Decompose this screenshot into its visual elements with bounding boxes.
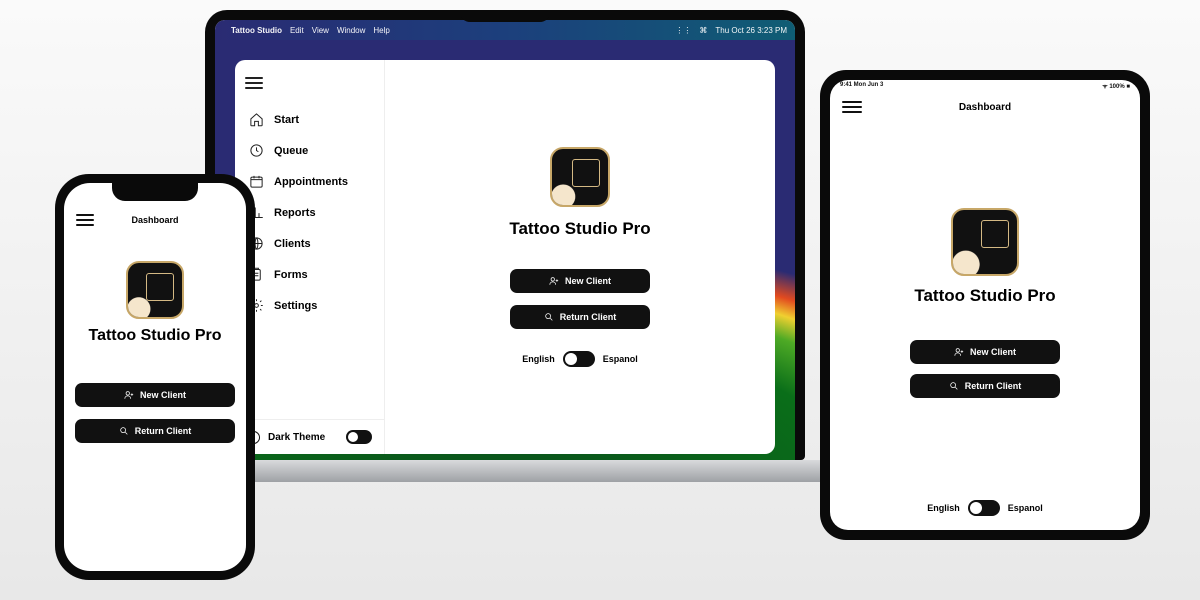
tablet-header: Dashboard [830,94,1140,120]
phone-main: Tattoo Studio Pro New Client Return Clie… [75,261,235,443]
menubar-app[interactable]: Tattoo Studio [231,26,282,35]
search-icon [949,381,959,391]
tablet-status-battery: ᯤ 100% ■ [1102,82,1130,92]
app-logo-icon [550,147,610,207]
language-toggle[interactable] [968,500,1000,516]
tablet-status-time: 9:41 Mon Jun 3 [840,82,883,92]
menubar-item-window[interactable]: Window [337,26,365,35]
search-icon [544,312,554,322]
laptop-device: Tattoo Studio Edit View Window Help ⋮⋮ ⌘… [205,10,805,498]
sidebar-item-appointments[interactable]: Appointments [235,166,384,197]
search-icon [119,426,129,436]
theme-label: Dark Theme [268,432,325,443]
new-client-button[interactable]: New Client [510,269,650,293]
laptop-screen: Tattoo Studio Edit View Window Help ⋮⋮ ⌘… [205,10,805,460]
tablet-device: 9:41 Mon Jun 3 ᯤ 100% ■ Dashboard Tattoo… [820,70,1150,540]
control-center-icon[interactable]: ⌘ [699,26,707,35]
page-title: Dashboard [76,215,234,225]
clock-icon [249,143,264,158]
app-title: Tattoo Studio Pro [914,286,1055,306]
page-title: Dashboard [842,102,1128,113]
mac-menubar-left: Tattoo Studio Edit View Window Help [223,26,390,35]
new-client-label: New Client [565,276,611,286]
language-right: Espanol [1008,503,1043,513]
hamburger-icon[interactable] [245,74,263,92]
home-icon [249,112,264,127]
calendar-icon [249,174,264,189]
new-client-button[interactable]: New Client [75,383,235,407]
mac-wallpaper: Start Queue Appointments [215,40,795,460]
new-client-button[interactable]: New Client [910,340,1060,364]
sidebar-item-forms[interactable]: Forms [235,259,384,290]
language-left: English [927,503,960,513]
tablet-main: Tattoo Studio Pro New Client Return Clie… [830,120,1140,486]
sidebar-item-queue[interactable]: Queue [235,135,384,166]
mac-menubar: Tattoo Studio Edit View Window Help ⋮⋮ ⌘… [215,20,795,40]
theme-toggle[interactable] [346,430,372,444]
user-plus-icon [124,390,134,400]
phone-header: Dashboard [64,207,246,233]
phone-device: Dashboard Tattoo Studio Pro New Client R… [55,174,255,580]
sidebar-item-label: Queue [274,145,308,157]
sidebar-item-label: Start [274,114,299,126]
return-client-button[interactable]: Return Client [510,305,650,329]
app-title: Tattoo Studio Pro [88,327,221,345]
return-client-label: Return Client [135,426,192,436]
sidebar-item-label: Forms [274,269,308,281]
app-logo-icon [126,261,184,319]
app-window: Start Queue Appointments [235,60,775,454]
new-client-label: New Client [140,390,186,400]
sidebar-item-reports[interactable]: Reports [235,197,384,228]
wifi-icon[interactable]: ⋮⋮ [675,26,691,35]
main-content: Tattoo Studio Pro New Client Return Clie… [385,60,775,454]
app-title: Tattoo Studio Pro [509,219,650,239]
tablet-status-bar: 9:41 Mon Jun 3 ᯤ 100% ■ [830,80,1140,94]
return-client-button[interactable]: Return Client [75,419,235,443]
sidebar-nav: Start Queue Appointments [235,100,384,419]
laptop-notch [460,10,550,22]
sidebar-item-label: Appointments [274,176,348,188]
menubar-item-help[interactable]: Help [373,26,389,35]
tablet-screen: 9:41 Mon Jun 3 ᯤ 100% ■ Dashboard Tattoo… [830,80,1140,530]
user-plus-icon [954,347,964,357]
theme-toggle-row: Dark Theme [235,419,384,454]
new-client-label: New Client [970,347,1016,357]
return-client-label: Return Client [560,312,617,322]
language-left: English [522,354,555,364]
sidebar: Start Queue Appointments [235,60,385,454]
return-client-button[interactable]: Return Client [910,374,1060,398]
sidebar-item-label: Reports [274,207,316,219]
sidebar-item-start[interactable]: Start [235,104,384,135]
language-switcher: English Espanol [522,351,638,367]
language-right: Espanol [603,354,638,364]
user-plus-icon [549,276,559,286]
language-toggle[interactable] [563,351,595,367]
return-client-label: Return Client [965,381,1022,391]
language-switcher: English Espanol [927,500,1043,516]
app-logo-icon [951,208,1019,276]
laptop-inner: Tattoo Studio Edit View Window Help ⋮⋮ ⌘… [215,20,795,460]
mac-menubar-right: ⋮⋮ ⌘ Thu Oct 26 3:23 PM [675,26,787,35]
sidebar-item-label: Clients [274,238,311,250]
sidebar-item-settings[interactable]: Settings [235,290,384,321]
menubar-item-edit[interactable]: Edit [290,26,304,35]
phone-notch [112,183,198,201]
sidebar-item-label: Settings [274,300,317,312]
menubar-clock[interactable]: Thu Oct 26 3:23 PM [715,26,787,35]
phone-screen: Dashboard Tattoo Studio Pro New Client R… [64,183,246,571]
menubar-item-view[interactable]: View [312,26,329,35]
sidebar-item-clients[interactable]: Clients [235,228,384,259]
